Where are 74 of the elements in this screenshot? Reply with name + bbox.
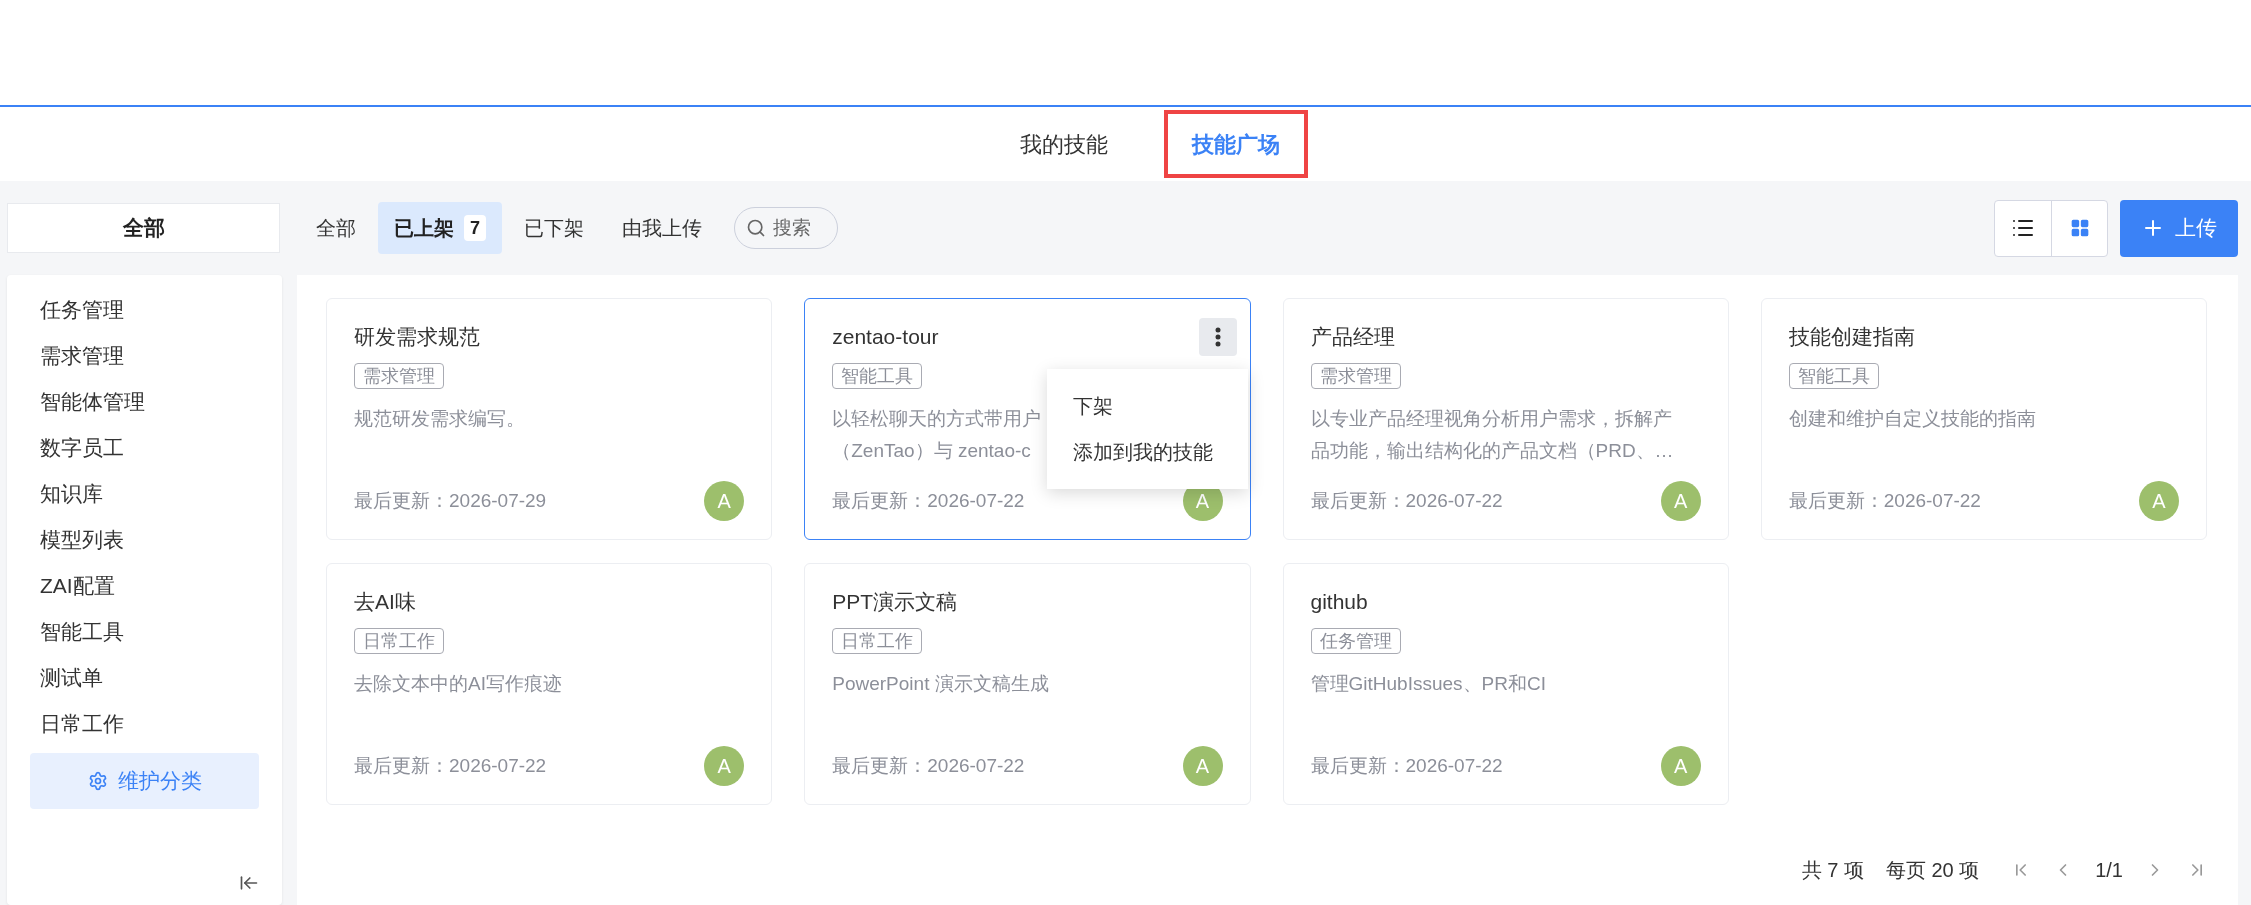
category-tag: 日常工作 [832, 628, 923, 654]
category-tag: 需求管理 [1310, 363, 1401, 389]
sidebar-item[interactable]: 任务管理 [30, 287, 259, 333]
category-tag: 日常工作 [354, 628, 444, 654]
status-filter[interactable]: 由我上传 [606, 202, 718, 254]
user-avatar: A [2139, 481, 2179, 521]
card-title: zentao-tour [832, 324, 939, 351]
sidebar-item[interactable]: 智能体管理 [30, 379, 259, 425]
view-tab[interactable]: 技能广场 [1163, 110, 1308, 178]
card-title: 技能创建指南 [1788, 324, 1915, 351]
card-title: PPT演示文稿 [832, 589, 958, 616]
page-indicator: 1/1 [2095, 858, 2123, 883]
skill-card[interactable]: 研发需求规范 需求管理 规范研发需求编写。 最后更新：2026-07-29 A [326, 298, 773, 540]
updated-date: 最后更新：2026-07-22 [1310, 488, 1503, 513]
user-avatar: A [1660, 746, 1701, 786]
sidebar-item[interactable]: 模型列表 [30, 517, 259, 563]
updated-date: 最后更新：2026-07-22 [832, 488, 1025, 513]
card-description: PowerPoint 演示文稿生成 [832, 672, 1049, 696]
category-tag: 智能工具 [832, 363, 923, 389]
card-title: 研发需求规范 [354, 324, 480, 351]
card-title: 去AI味 [354, 589, 416, 616]
skill-card[interactable]: zentao-tour 智能工具 以轻松聊天的方式带用户 （ZenTao）与 zentao-c 最后更新：2026-07-22 A 下架 添加到我的技能 [804, 298, 1251, 540]
skill-card[interactable]: PPT演示文稿 日常工作 PowerPoint 演示文稿生成 最后更新：2026-07-22 A [804, 563, 1251, 805]
sidebar-item[interactable]: 测试单 [30, 655, 259, 701]
sidebar-item[interactable]: 需求管理 [30, 333, 259, 379]
view-tab[interactable]: 我的技能 [991, 110, 1136, 178]
skill-card[interactable]: 技能创建指南 智能工具 创建和维护自定义技能的指南 最后更新：2026-07-22 A [1760, 298, 2207, 540]
updated-date: 最后更新：2026-07-22 [832, 753, 1025, 778]
user-avatar: A [704, 481, 745, 521]
status-filter[interactable]: 已上架 7 [378, 202, 502, 254]
card-title: github [1310, 589, 1368, 616]
user-avatar: A [704, 746, 745, 786]
page-size: 每页 20 项 [1885, 858, 1980, 883]
more-button[interactable] [1198, 318, 1237, 356]
sidebar-item[interactable]: 日常工作 [30, 701, 259, 747]
more-icon [1214, 327, 1221, 347]
menu-item[interactable]: 添加到我的技能 [1047, 429, 1249, 475]
card-description: 以专业产品经理视角分析用户需求，拆解产 [1310, 407, 1672, 431]
category-breadcrumb: 全部 [7, 203, 280, 253]
updated-date: 最后更新：2026-07-22 [1788, 488, 1981, 513]
sidebar-item[interactable]: 智能工具 [30, 609, 259, 655]
sidebar-item[interactable]: 知识库 [30, 471, 259, 517]
search-field[interactable]: 搜索 [734, 207, 838, 249]
updated-date: 最后更新：2026-07-29 [354, 488, 547, 513]
upload-button[interactable]: 上传 [2120, 199, 2238, 257]
card-description: （ZenTao）与 zentao-c [832, 439, 1031, 463]
skill-card[interactable]: github 任务管理 管理GitHubIssues、PR和CI 最后更新：2026-07-22 A [1282, 563, 1729, 805]
card-description: 规范研发需求编写。 [354, 407, 525, 431]
user-avatar: A [1182, 746, 1223, 786]
status-filter[interactable]: 已下架 [508, 202, 600, 254]
category-tag: 需求管理 [354, 363, 444, 389]
menu-item[interactable]: 下架 [1047, 383, 1249, 429]
skill-card[interactable]: 去AI味 日常工作 去除文本中的AI写作痕迹 最后更新：2026-07-22 A [326, 563, 773, 805]
category-tag: 智能工具 [1788, 363, 1879, 389]
settings-icon [87, 771, 108, 791]
skill-card[interactable]: 产品经理 需求管理 以专业产品经理视角分析用户需求，拆解产 品功能，输出结构化的产品文档（PRD、… 最后更新：2026-07-22 A [1282, 298, 1729, 540]
card-description: 去除文本中的AI写作痕迹 [354, 672, 562, 696]
card-description: 创建和维护自定义技能的指南 [1788, 407, 2036, 431]
updated-date: 最后更新：2026-07-22 [1310, 753, 1503, 778]
card-description: 品功能，输出结构化的产品文档（PRD、… [1310, 439, 1674, 463]
category-tag: 任务管理 [1310, 628, 1401, 654]
total-count: 共 7 项 [1801, 858, 1864, 883]
grid-icon [2069, 218, 2090, 238]
status-filter[interactable]: 全部 [300, 202, 372, 254]
user-avatar: A [1660, 481, 1701, 521]
count-badge: 7 [464, 215, 486, 241]
card-description: 以轻松聊天的方式带用户 [832, 407, 1042, 431]
search-icon [746, 218, 766, 238]
sidebar-item[interactable]: ZAI配置 [30, 563, 259, 609]
collapse-icon[interactable] [239, 873, 259, 893]
card-description: 管理GitHubIssues、PR和CI [1310, 672, 1546, 696]
sidebar-item[interactable]: 数字员工 [30, 425, 259, 471]
card-title: 产品经理 [1310, 324, 1395, 351]
updated-date: 最后更新：2026-07-22 [354, 753, 547, 778]
